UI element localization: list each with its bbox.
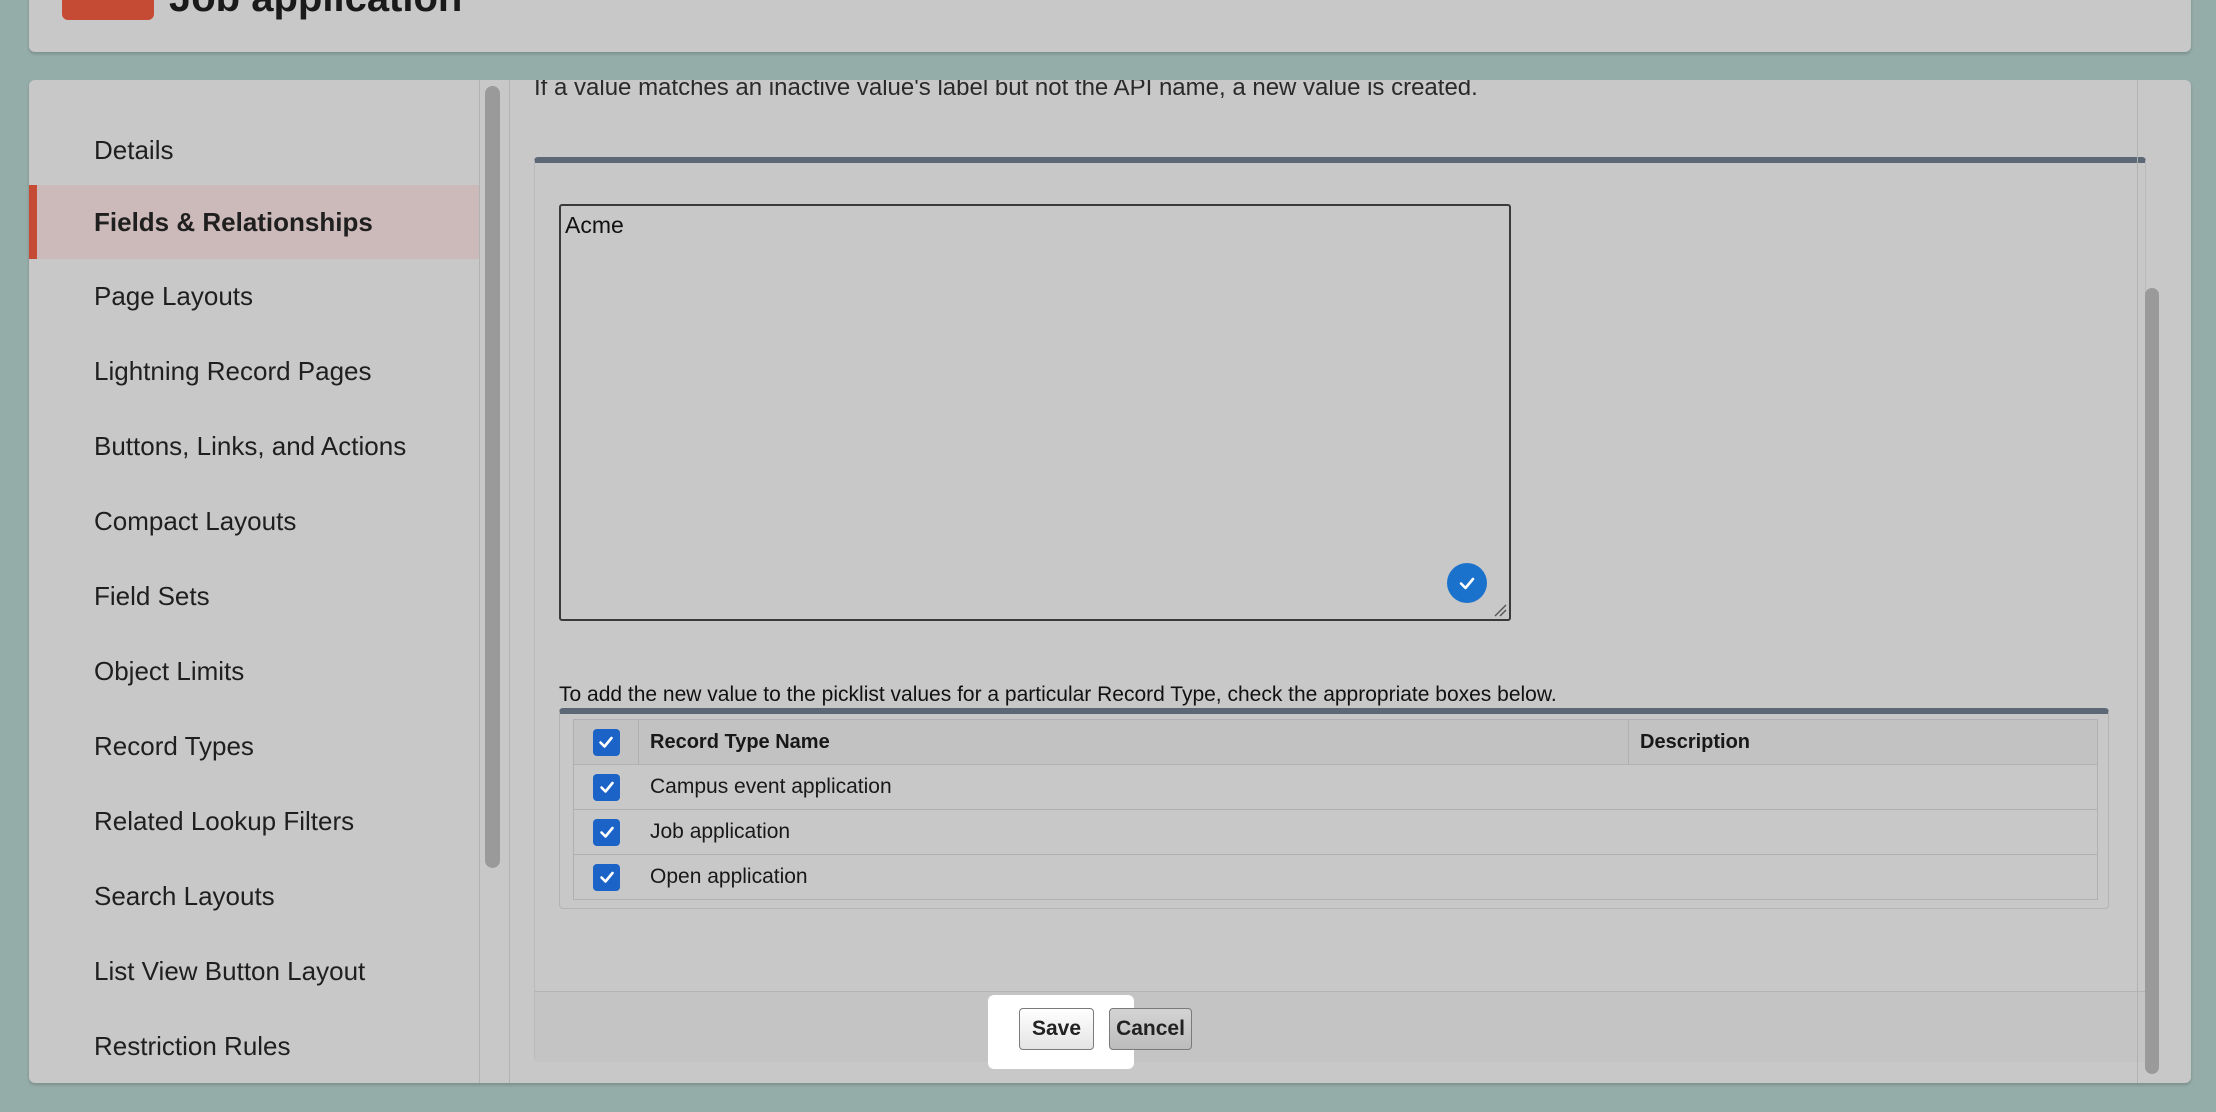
checkmark-icon <box>599 736 613 748</box>
grammar-check-icon[interactable] <box>1447 563 1487 603</box>
sidebar-item-related-lookup-filters[interactable]: Related Lookup Filters <box>29 784 479 858</box>
record-type-table: Record Type Name Description Campus even… <box>559 708 2109 909</box>
sidebar-item-restriction-rules[interactable]: Restriction Rules <box>29 1009 479 1083</box>
sidebar-item-fields-relationships[interactable]: Fields & Relationships <box>29 185 479 259</box>
select-all-checkbox[interactable] <box>592 728 620 756</box>
sidebar-item-search-layouts[interactable]: Search Layouts <box>29 859 479 933</box>
checkmark-icon <box>599 826 614 838</box>
sidebar-item-buttons-links-actions[interactable]: Buttons, Links, and Actions <box>29 409 479 483</box>
table-row: Campus event application <box>574 765 2097 810</box>
record-type-grid: Record Type Name Description Campus even… <box>573 719 2098 900</box>
sidebar-item-field-sets[interactable]: Field Sets <box>29 559 479 633</box>
record-type-name: Campus event application <box>650 775 892 798</box>
row-check-cell <box>574 810 639 854</box>
sidebar-item-record-types[interactable]: Record Types <box>29 709 479 783</box>
table-row: Open application <box>574 855 2097 900</box>
sidebar-item-list-view-button-layout[interactable]: List View Button Layout <box>29 934 479 1008</box>
sidebar-item-object-limits[interactable]: Object Limits <box>29 634 479 708</box>
table-row: Job application <box>574 810 2097 855</box>
content-area: If a value matches an inactive value's l… <box>510 80 2161 1083</box>
picklist-values-textarea[interactable]: Acme <box>559 204 1511 621</box>
column-header-description[interactable]: Description <box>1629 731 1750 754</box>
record-type-name: Job application <box>650 820 791 843</box>
sidebar: Details Fields & Relationships Page Layo… <box>29 80 480 1083</box>
record-type-instruction: To add the new value to the picklist val… <box>559 683 1557 706</box>
row-checkbox-job-application[interactable] <box>593 818 620 846</box>
sidebar-item-page-layouts[interactable]: Page Layouts <box>29 259 479 333</box>
record-type-name: Open application <box>650 865 808 888</box>
sidebar-scrollbar-thumb[interactable] <box>485 86 500 868</box>
column-header-record-type-name[interactable]: Record Type Name <box>639 720 1629 764</box>
object-icon <box>62 0 154 20</box>
sidebar-item-lightning-record-pages[interactable]: Lightning Record Pages <box>29 334 479 408</box>
picklist-values-panel: Acme To add the new value to the picklis… <box>534 157 2146 1062</box>
row-checkbox-campus-event-application[interactable] <box>593 773 620 801</box>
content-scrollbar-thumb[interactable] <box>2145 288 2159 1074</box>
row-check-cell <box>574 765 639 809</box>
row-checkbox-open-application[interactable] <box>593 863 620 891</box>
page-title: Job application <box>169 0 462 18</box>
sidebar-item-compact-layouts[interactable]: Compact Layouts <box>29 484 479 558</box>
checkmark-icon <box>599 871 614 883</box>
setup-main-card: Details Fields & Relationships Page Layo… <box>29 80 2191 1083</box>
sidebar-item-details[interactable]: Details <box>29 113 479 187</box>
row-check-cell <box>574 855 639 899</box>
object-header: Job application <box>29 0 2191 52</box>
select-all-cell <box>574 720 639 764</box>
resize-grip-icon[interactable] <box>1493 603 1507 617</box>
save-button[interactable]: Save <box>1019 1008 1094 1050</box>
table-header-row: Record Type Name Description <box>574 720 2097 765</box>
inactive-value-info-text: If a value matches an inactive value's l… <box>534 80 1478 101</box>
checkmark-icon <box>599 781 614 793</box>
cancel-button[interactable]: Cancel <box>1109 1008 1192 1050</box>
button-footer-bar <box>535 991 2145 1062</box>
